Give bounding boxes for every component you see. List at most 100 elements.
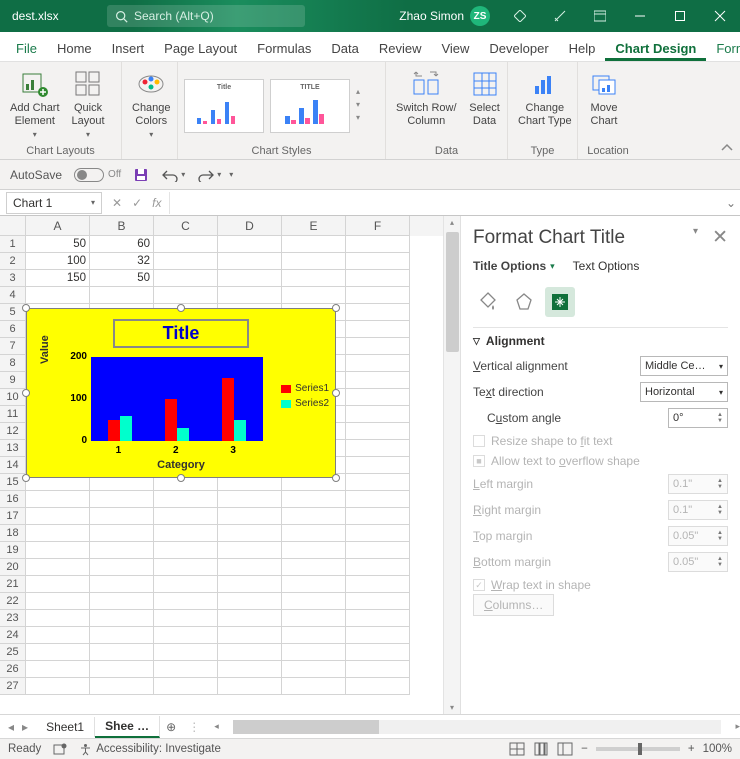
tab-home[interactable]: Home [47, 35, 102, 61]
cell[interactable] [154, 542, 218, 559]
effects-tab-icon[interactable] [509, 287, 539, 317]
cell[interactable] [346, 542, 410, 559]
row-header[interactable]: 8 [0, 355, 26, 372]
confirm-formula-icon[interactable]: ✓ [132, 196, 142, 210]
accessibility-status[interactable]: Accessibility: Investigate [79, 743, 221, 756]
cell[interactable] [90, 491, 154, 508]
cell[interactable] [154, 253, 218, 270]
cell[interactable] [218, 253, 282, 270]
cell[interactable] [218, 236, 282, 253]
cell[interactable]: 50 [26, 236, 90, 253]
row-header[interactable]: 14 [0, 457, 26, 474]
cell[interactable] [26, 525, 90, 542]
cell[interactable] [218, 491, 282, 508]
col-header[interactable]: E [282, 216, 346, 236]
tab-chart-design[interactable]: Chart Design [605, 35, 706, 61]
cell[interactable] [282, 236, 346, 253]
cell[interactable] [26, 610, 90, 627]
search-box[interactable]: Search (Alt+Q) [107, 5, 305, 27]
zoom-out-button[interactable]: − [581, 743, 588, 755]
view-normal-icon[interactable] [509, 742, 525, 756]
add-chart-element-button[interactable]: Add Chart Element ▾ [6, 66, 64, 142]
row-header[interactable]: 18 [0, 525, 26, 542]
cell[interactable] [154, 576, 218, 593]
undo-button[interactable]: ▾ [161, 168, 185, 182]
col-header[interactable]: A [26, 216, 90, 236]
cell[interactable] [26, 593, 90, 610]
size-tab-icon[interactable] [545, 287, 575, 317]
pane-options-icon[interactable]: ▾ [693, 226, 698, 249]
cell[interactable] [346, 525, 410, 542]
quick-layout-button[interactable]: Quick Layout ▾ [68, 66, 109, 142]
row-header[interactable]: 17 [0, 508, 26, 525]
cell[interactable] [154, 270, 218, 287]
cell[interactable] [346, 270, 410, 287]
window-layout-icon[interactable] [580, 0, 620, 32]
maximize-button[interactable] [660, 0, 700, 32]
cell[interactable] [282, 270, 346, 287]
diamond-icon[interactable] [500, 0, 540, 32]
cell[interactable] [154, 593, 218, 610]
row-header[interactable]: 2 [0, 253, 26, 270]
cell[interactable] [154, 559, 218, 576]
row-header[interactable]: 20 [0, 559, 26, 576]
cell[interactable] [154, 491, 218, 508]
cell[interactable] [218, 644, 282, 661]
cell[interactable] [346, 355, 410, 372]
sheet-tab[interactable]: Sheet1 [36, 717, 95, 737]
pen-icon[interactable] [540, 0, 580, 32]
col-header[interactable]: F [346, 216, 410, 236]
cell[interactable] [90, 576, 154, 593]
cell[interactable] [154, 610, 218, 627]
sheet-nav[interactable]: ◂▸ [0, 720, 36, 734]
cell[interactable] [90, 627, 154, 644]
embedded-chart[interactable]: Title Value 0100200123 Category Series1S… [26, 308, 336, 478]
cell[interactable] [346, 610, 410, 627]
cell[interactable] [154, 627, 218, 644]
row-header[interactable]: 16 [0, 491, 26, 508]
cell[interactable] [218, 576, 282, 593]
cell[interactable] [346, 491, 410, 508]
title-options-tab[interactable]: Title Options▾ [473, 259, 555, 273]
cell[interactable] [346, 338, 410, 355]
cell[interactable] [346, 389, 410, 406]
row-header[interactable]: 7 [0, 338, 26, 355]
zoom-value[interactable]: 100% [703, 743, 732, 755]
cell[interactable] [346, 508, 410, 525]
cell[interactable] [282, 627, 346, 644]
tab-format[interactable]: Format [706, 35, 740, 61]
chart-handle[interactable] [22, 304, 30, 312]
qat-overflow[interactable]: ▾ [229, 170, 233, 179]
row-header[interactable]: 6 [0, 321, 26, 338]
expand-formula-icon[interactable]: ⌄ [722, 196, 740, 210]
chart-plot-area[interactable]: 0100200123 [91, 357, 263, 441]
cell[interactable] [218, 559, 282, 576]
cell[interactable] [90, 678, 154, 695]
col-header[interactable]: B [90, 216, 154, 236]
tab-review[interactable]: Review [369, 35, 432, 61]
cell[interactable] [26, 661, 90, 678]
cell[interactable] [90, 525, 154, 542]
row-header[interactable]: 26 [0, 661, 26, 678]
chart-handle[interactable] [22, 389, 30, 397]
select-all-corner[interactable] [0, 216, 26, 236]
cell[interactable]: 60 [90, 236, 154, 253]
cell[interactable] [218, 593, 282, 610]
cell[interactable] [282, 644, 346, 661]
cell[interactable] [346, 253, 410, 270]
row-header[interactable]: 4 [0, 287, 26, 304]
cell[interactable] [282, 559, 346, 576]
row-header[interactable]: 22 [0, 593, 26, 610]
chart-title[interactable]: Title [113, 319, 249, 348]
row-header[interactable]: 25 [0, 644, 26, 661]
chart-style-thumb-1[interactable]: Title [184, 79, 264, 133]
alignment-section-header[interactable]: ▽Alignment [473, 334, 728, 348]
cell[interactable] [218, 678, 282, 695]
col-header[interactable]: C [154, 216, 218, 236]
valign-combo[interactable]: Middle Ce…▾ [640, 356, 728, 376]
vertical-scroll-thumb[interactable] [446, 232, 459, 352]
fill-tab-icon[interactable] [473, 287, 503, 317]
cell[interactable] [154, 525, 218, 542]
cell[interactable] [26, 644, 90, 661]
cell[interactable] [282, 287, 346, 304]
